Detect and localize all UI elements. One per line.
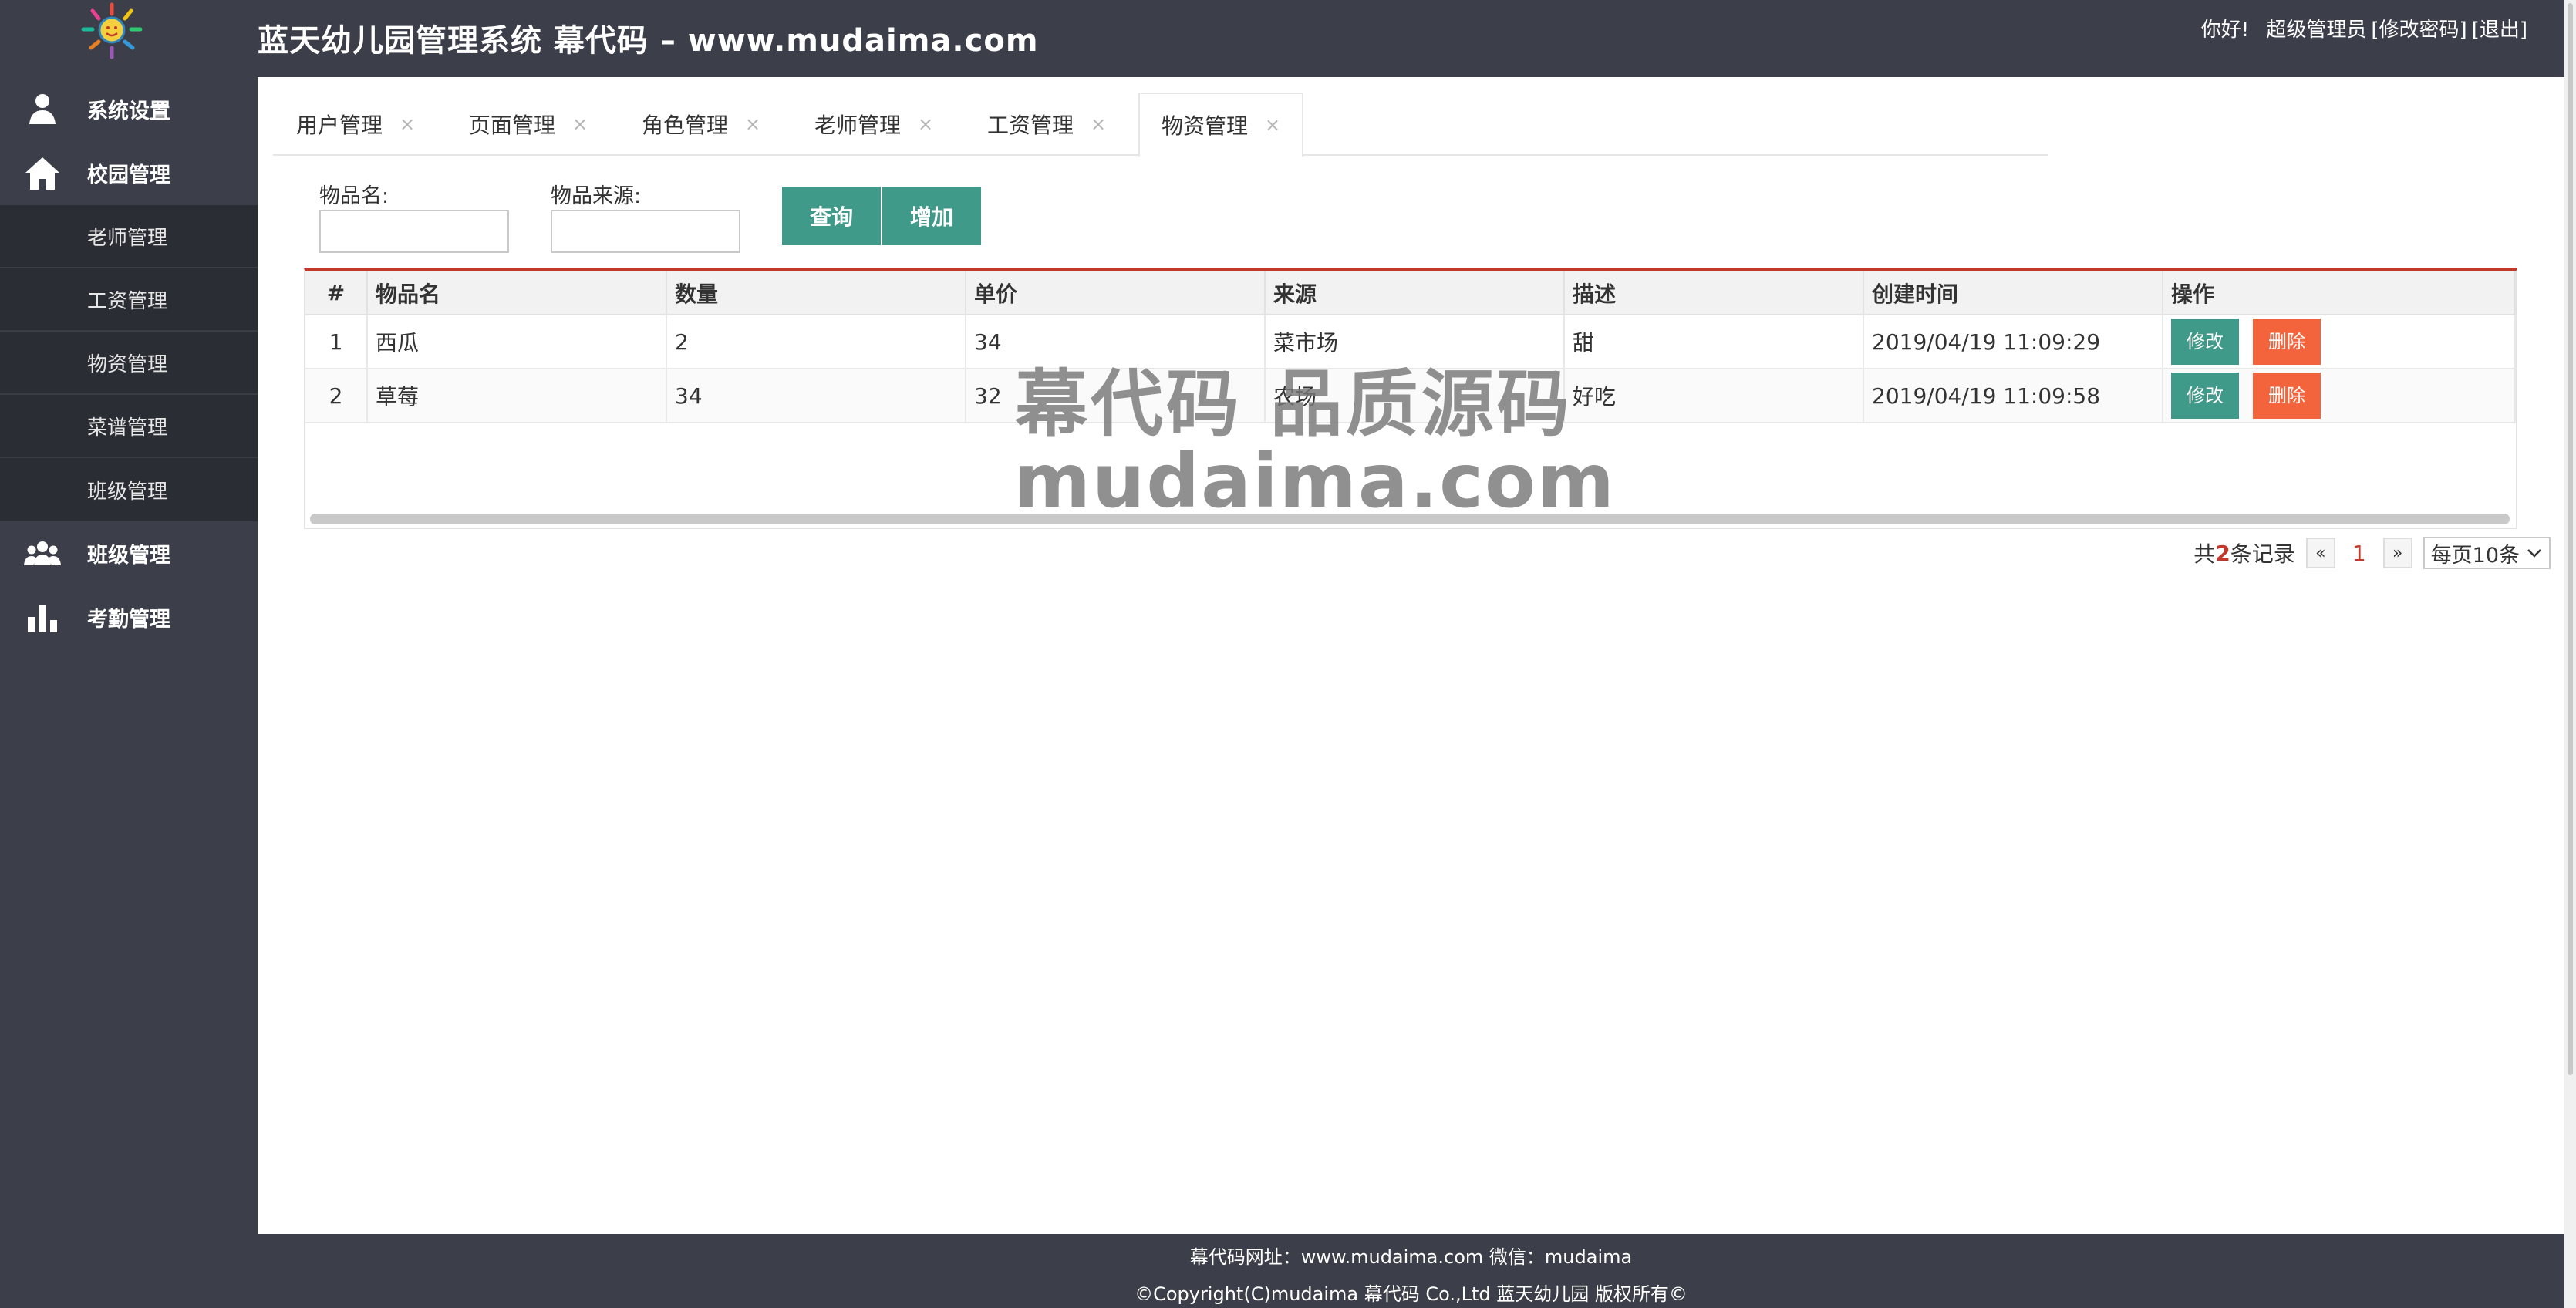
tab-salary-management[interactable]: 工资管理 × xyxy=(987,93,1106,156)
watermark-text: 幕代码 品质源码 xyxy=(1015,362,1573,447)
tab-bar: 用户管理 × 页面管理 × 角色管理 × 老师管理 × 工资管理 × 物资管理 × xyxy=(273,93,2048,157)
column-header: 来源 xyxy=(1265,271,1565,315)
sidebar-item-attendance-management[interactable]: 考勤管理 xyxy=(0,585,258,649)
item-name-label: 物品名: xyxy=(319,184,389,208)
column-header: 描述 xyxy=(1564,271,1864,315)
tab-label: 工资管理 xyxy=(987,113,1074,138)
close-icon[interactable]: × xyxy=(745,113,760,135)
vertical-scrollbar-thumb[interactable] xyxy=(2568,3,2573,1075)
sidebar-subitem-label: 菜谱管理 xyxy=(87,416,168,440)
current-user-name: 超级管理员 xyxy=(2266,19,2367,42)
close-icon[interactable]: × xyxy=(1265,114,1280,136)
tab-user-management[interactable]: 用户管理 × xyxy=(296,93,415,156)
row-number: 2 xyxy=(305,369,368,423)
delete-button[interactable]: 删除 xyxy=(2253,373,2321,419)
column-header: 创建时间 xyxy=(1863,271,2163,315)
tab-label: 用户管理 xyxy=(296,113,383,138)
column-header: 物品名 xyxy=(367,271,667,315)
change-password-link[interactable]: [修改密码] xyxy=(2371,19,2466,42)
sun-logo-icon xyxy=(81,2,143,59)
main-content: 用户管理 × 页面管理 × 角色管理 × 老师管理 × 工资管理 × 物资管理 × 物品名:… xyxy=(258,77,2564,1234)
sidebar-item-system-settings[interactable]: 系统设置 xyxy=(0,77,258,141)
query-button[interactable]: 查询 xyxy=(782,187,881,245)
record-count-prefix: 共 xyxy=(2193,541,2216,567)
item-name-input[interactable] xyxy=(319,210,509,253)
page-size-select[interactable]: 每页10条 xyxy=(2423,537,2551,569)
prev-page-button[interactable]: « xyxy=(2305,538,2335,568)
sidebar-subitem-menu-management[interactable]: 菜谱管理 xyxy=(0,395,258,458)
quantity-cell: 2 xyxy=(666,315,966,369)
add-button[interactable]: 增加 xyxy=(882,187,981,245)
tab-label: 老师管理 xyxy=(814,113,902,138)
description-cell: 好吃 xyxy=(1564,369,1864,423)
tab-teacher-management[interactable]: 老师管理 × xyxy=(814,93,933,156)
record-count-suffix: 条记录 xyxy=(2230,541,2295,567)
sidebar-item-label: 考勤管理 xyxy=(87,608,170,632)
quantity-cell: 34 xyxy=(666,369,966,423)
created-time-cell: 2019/04/19 11:09:29 xyxy=(1863,315,2163,369)
close-icon[interactable]: × xyxy=(572,113,588,135)
sidebar-subitem-class-management[interactable]: 班级管理 xyxy=(0,458,258,521)
sidebar-item-label: 班级管理 xyxy=(87,544,170,568)
sidebar-subitem-label: 工资管理 xyxy=(87,289,168,313)
item-name-cell: 西瓜 xyxy=(367,315,667,369)
column-header: 单价 xyxy=(966,271,1266,315)
column-header: # xyxy=(305,271,368,315)
tab-role-management[interactable]: 角色管理 × xyxy=(642,93,760,156)
footer-copyright: ©Copyright(C)mudaima 幕代码 Co.,Ltd 蓝天幼儿园 版… xyxy=(1135,1283,1688,1305)
table-header-row: # 物品名 数量 单价 来源 描述 创建时间 操作 xyxy=(305,271,2516,315)
tab-label: 角色管理 xyxy=(642,113,729,138)
sidebar-subitem-label: 班级管理 xyxy=(87,480,168,504)
home-icon xyxy=(25,157,59,190)
greeting-text: 你好! xyxy=(2200,19,2250,42)
edit-button[interactable]: 修改 xyxy=(2171,319,2239,365)
record-count: 2 xyxy=(2215,540,2230,566)
sidebar-item-label: 系统设置 xyxy=(87,99,170,123)
page-size-value: 每页10条 xyxy=(2430,543,2520,568)
sidebar-subitem-label: 老师管理 xyxy=(87,226,168,250)
tab-page-management[interactable]: 页面管理 × xyxy=(469,93,588,156)
top-header: 蓝天幼儿园管理系统 幕代码 – www.mudaima.com 你好! 超级管理… xyxy=(0,0,2564,77)
pagination: 共 2 条记录 « 1 » 每页10条 xyxy=(2193,535,2551,571)
created-time-cell: 2019/04/19 11:09:58 xyxy=(1863,369,2163,423)
chevron-down-icon xyxy=(2527,549,2541,558)
sidebar-subitem-teacher-management[interactable]: 老师管理 xyxy=(0,205,258,268)
sidebar-item-label: 校园管理 xyxy=(87,164,170,187)
tab-label: 物资管理 xyxy=(1162,113,1249,139)
item-name-cell: 草莓 xyxy=(367,369,667,423)
edit-button[interactable]: 修改 xyxy=(2171,373,2239,419)
item-source-label: 物品来源: xyxy=(551,184,642,208)
user-area: 你好! 超级管理员 [修改密码] [退出] xyxy=(2190,14,2527,42)
footer-site-info: 幕代码网址：www.mudaima.com 微信：mudaima xyxy=(1189,1246,1633,1268)
description-cell: 甜 xyxy=(1564,315,1864,369)
close-icon[interactable]: × xyxy=(400,113,415,135)
sidebar-item-campus-management[interactable]: 校园管理 xyxy=(0,141,258,205)
user-icon xyxy=(29,93,56,124)
current-page[interactable]: 1 xyxy=(2352,541,2366,566)
sidebar-item-class-management[interactable]: 班级管理 xyxy=(0,521,258,585)
app-title: 蓝天幼儿园管理系统 幕代码 – www.mudaima.com xyxy=(258,23,1039,59)
actions-cell: 修改 删除 xyxy=(2163,315,2516,369)
bar-chart-icon xyxy=(28,604,57,632)
column-header: 操作 xyxy=(2163,271,2516,315)
next-page-button[interactable]: » xyxy=(2382,538,2412,568)
sidebar-subitem-salary-management[interactable]: 工资管理 xyxy=(0,268,258,332)
tab-supplies-management[interactable]: 物资管理 × xyxy=(1138,93,1304,157)
group-icon xyxy=(24,541,61,565)
delete-button[interactable]: 删除 xyxy=(2253,319,2321,365)
column-header: 数量 xyxy=(666,271,966,315)
footer: 幕代码网址：www.mudaima.com 微信：mudaima ©Copyri… xyxy=(258,1234,2564,1308)
watermark-url: mudaima.com xyxy=(1013,438,1616,524)
actions-cell: 修改 删除 xyxy=(2163,369,2516,423)
sidebar-subitem-label: 物资管理 xyxy=(87,352,168,376)
row-number: 1 xyxy=(305,315,368,369)
close-icon[interactable]: × xyxy=(918,113,933,135)
close-icon[interactable]: × xyxy=(1091,113,1106,135)
tab-label: 页面管理 xyxy=(469,113,556,138)
sidebar-subitem-supplies-management[interactable]: 物资管理 xyxy=(0,332,258,395)
logout-link[interactable]: [退出] xyxy=(2472,19,2527,42)
item-source-input[interactable] xyxy=(551,210,740,253)
sidebar-nav: 系统设置 校园管理 老师管理 工资管理 物资管理 菜谱管理 班级管理 班级管理 xyxy=(0,77,258,1234)
